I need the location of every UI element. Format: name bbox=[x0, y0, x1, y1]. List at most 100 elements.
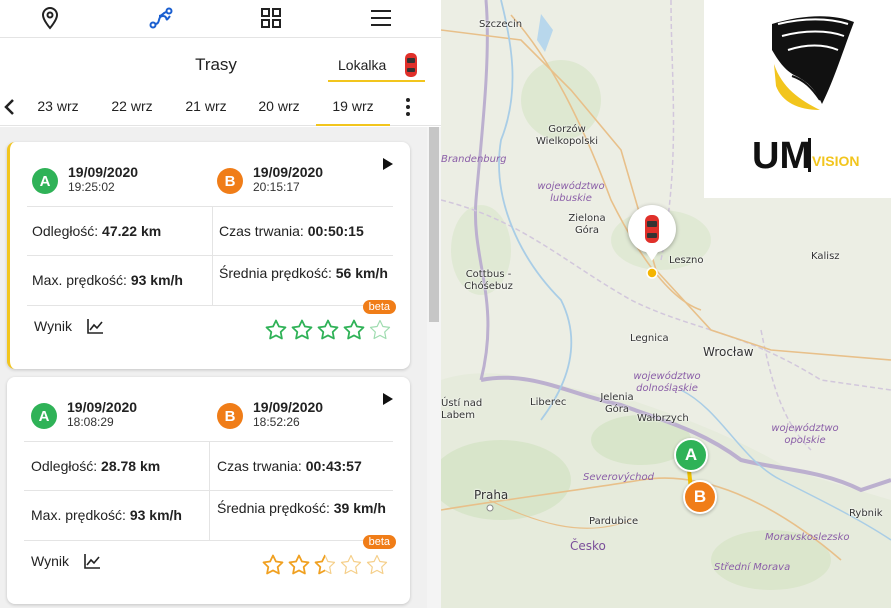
location-icon[interactable] bbox=[35, 3, 65, 33]
star-icon bbox=[263, 318, 289, 340]
score-label: Wynik bbox=[31, 553, 69, 569]
trip-card[interactable]: A 19/09/2020 18:08:29 B 19/09/2020 18:52… bbox=[7, 377, 410, 604]
map-city: Legnica bbox=[630, 333, 669, 344]
logo-text: UM bbox=[752, 135, 811, 177]
end-date: 19/09/2020 bbox=[253, 164, 324, 180]
end-time: 18:52:26 bbox=[253, 415, 300, 429]
star-icon bbox=[260, 553, 286, 575]
chart-line-icon bbox=[87, 319, 103, 334]
beta-badge: beta bbox=[362, 300, 396, 314]
stat-row: Max. prędkość: 93 km/h Średnia prędkość:… bbox=[24, 490, 393, 541]
route-icon[interactable] bbox=[146, 3, 176, 33]
end-time: 20:15:17 bbox=[253, 180, 300, 194]
logo-subtext: VISION bbox=[812, 153, 859, 169]
map-city: Jelenia Góra bbox=[600, 392, 634, 415]
beta-badge: beta bbox=[362, 535, 396, 549]
map-city: Kalisz bbox=[811, 251, 840, 262]
star-icon bbox=[367, 318, 393, 340]
grid-icon[interactable] bbox=[256, 3, 286, 33]
vehicle-selector[interactable]: Lokalka bbox=[328, 50, 425, 82]
start-time: 18:08:29 bbox=[67, 415, 114, 429]
company-logo: UM VISION bbox=[704, 0, 891, 198]
stat-row: Odległość: 28.78 km Czas trwania: 00:43:… bbox=[24, 441, 393, 491]
map-city: Praha bbox=[474, 488, 509, 502]
map-city: Zielona Góra bbox=[568, 213, 606, 236]
vehicle-label: Lokalka bbox=[338, 57, 387, 73]
chart-line-icon bbox=[84, 554, 100, 569]
star-icon bbox=[338, 553, 364, 575]
map-region: województwo lubuskie bbox=[537, 181, 605, 204]
divider bbox=[24, 540, 393, 541]
car-icon bbox=[403, 52, 419, 81]
map[interactable]: Szczecin Gorzów Wielkopolski Zielona Gór… bbox=[441, 0, 891, 608]
car-icon bbox=[645, 215, 659, 243]
map-city: Gorzów Wielkopolski bbox=[536, 124, 598, 147]
menu-icon[interactable] bbox=[366, 3, 396, 33]
star-icon bbox=[289, 318, 315, 340]
map-region: Severovýchod bbox=[583, 472, 654, 483]
end-badge: B bbox=[217, 403, 243, 429]
map-region: województwo opolskie bbox=[771, 423, 839, 446]
map-city: Ústí nad Labem bbox=[441, 398, 483, 421]
rating-stars bbox=[260, 553, 390, 575]
vehicle-position-marker[interactable] bbox=[628, 205, 676, 261]
date-tab[interactable]: 21 wrz bbox=[171, 88, 241, 126]
route-start-marker[interactable]: A bbox=[674, 438, 708, 472]
more-vertical-icon[interactable] bbox=[401, 97, 415, 117]
score-button[interactable]: Wynik bbox=[31, 553, 101, 569]
max-speed: Max. prędkość: 93 km/h bbox=[31, 507, 182, 523]
trip-start: A 19/09/2020 18:08:29 bbox=[31, 399, 137, 429]
star-icon bbox=[364, 553, 390, 575]
map-region: Střední Morava bbox=[714, 562, 791, 573]
duration: Czas trwania: 00:50:15 bbox=[219, 223, 364, 239]
map-region: Brandenburg bbox=[441, 154, 507, 165]
map-city: Pardubice bbox=[589, 516, 639, 527]
chevron-left-icon[interactable] bbox=[2, 97, 18, 117]
star-icon bbox=[315, 318, 341, 340]
trip-list: A 19/09/2020 19:25:02 B 19/09/2020 20:15… bbox=[0, 127, 427, 608]
map-city: Cottbus - Chóśebuz bbox=[464, 269, 513, 292]
scrollbar[interactable] bbox=[427, 127, 441, 608]
trip-start: A 19/09/2020 19:25:02 bbox=[32, 164, 138, 194]
avg-speed: Średnia prędkość: 56 km/h bbox=[219, 265, 388, 281]
play-icon[interactable] bbox=[382, 392, 394, 406]
trip-card[interactable]: A 19/09/2020 19:25:02 B 19/09/2020 20:15… bbox=[7, 142, 410, 369]
score-label: Wynik bbox=[34, 318, 72, 334]
star-icon bbox=[286, 553, 312, 575]
map-city: Leszno bbox=[669, 255, 704, 266]
top-navigation bbox=[0, 0, 441, 38]
star-icon bbox=[341, 318, 367, 340]
date-tab-active[interactable]: 19 wrz bbox=[316, 88, 390, 126]
distance: Odległość: 28.78 km bbox=[31, 458, 161, 474]
map-city: Liberec bbox=[530, 397, 567, 408]
route-end-marker[interactable]: B bbox=[683, 480, 717, 514]
duration: Czas trwania: 00:43:57 bbox=[217, 458, 362, 474]
avg-speed: Średnia prędkość: 39 km/h bbox=[217, 500, 386, 516]
date-tab[interactable]: 22 wrz bbox=[97, 88, 167, 126]
max-speed: Max. prędkość: 93 km/h bbox=[32, 272, 183, 288]
star-icon bbox=[312, 553, 338, 575]
start-badge: A bbox=[31, 403, 57, 429]
start-date: 19/09/2020 bbox=[67, 399, 138, 415]
start-time: 19:25:02 bbox=[68, 180, 115, 194]
map-country: Česko bbox=[570, 539, 606, 553]
start-badge: A bbox=[32, 168, 58, 194]
date-tab[interactable]: 20 wrz bbox=[244, 88, 314, 126]
logo-mark: UM VISION bbox=[752, 16, 859, 177]
rating-stars bbox=[263, 318, 393, 340]
end-date: 19/09/2020 bbox=[253, 399, 324, 415]
start-date: 19/09/2020 bbox=[68, 164, 139, 180]
trip-end: B 19/09/2020 18:52:26 bbox=[217, 399, 323, 429]
map-city: Szczecin bbox=[479, 19, 523, 30]
trip-end: B 19/09/2020 20:15:17 bbox=[217, 164, 323, 194]
routes-panel: Trasy Lokalka 23 wrz 22 wrz 21 wrz 20 wr… bbox=[0, 0, 441, 608]
map-region: Moravskoslezsko bbox=[765, 532, 850, 543]
play-icon[interactable] bbox=[382, 157, 394, 171]
score-button[interactable]: Wynik bbox=[34, 318, 104, 334]
date-tab[interactable]: 23 wrz bbox=[23, 88, 93, 126]
map-city: Wrocław bbox=[703, 345, 754, 359]
scrollbar-thumb[interactable] bbox=[429, 127, 439, 322]
stat-row: Max. prędkość: 93 km/h Średnia prędkość:… bbox=[27, 255, 393, 306]
map-region: województwo dolnośląskie bbox=[633, 371, 701, 394]
end-badge: B bbox=[217, 168, 243, 194]
